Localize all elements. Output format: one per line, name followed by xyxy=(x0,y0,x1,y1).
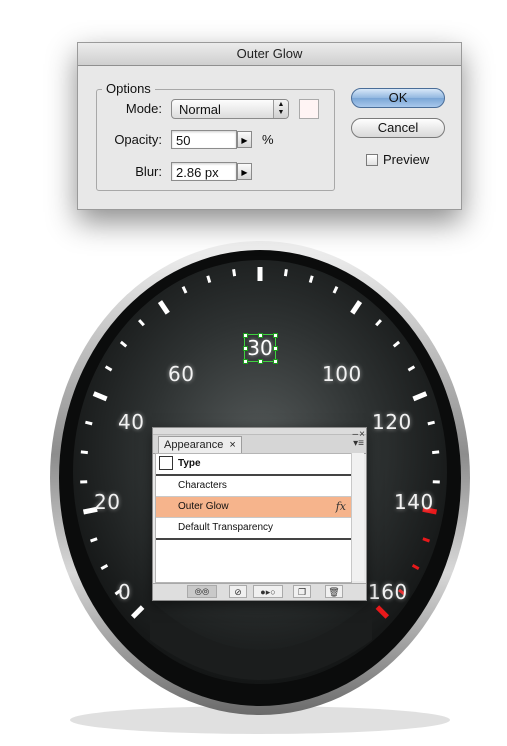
speed-label-0: 0 xyxy=(118,580,132,604)
ok-button[interactable]: OK xyxy=(351,88,445,108)
updown-arrows-icon: ▲ ▼ xyxy=(273,100,288,118)
minor-tick xyxy=(85,420,93,426)
speed-label-40: 40 xyxy=(118,410,145,434)
selection-handle[interactable] xyxy=(273,333,278,338)
mode-value: Normal xyxy=(179,102,221,117)
minor-tick xyxy=(432,450,440,455)
speed-label-160: 160 xyxy=(368,580,408,604)
close-icon[interactable]: × xyxy=(229,439,235,451)
panel-menu-icon[interactable]: ▾≡ xyxy=(353,438,364,449)
list-item-characters[interactable]: Characters xyxy=(156,476,351,497)
panel-tab-row: Appearance × – × ▾≡ xyxy=(153,429,366,454)
selection-handle[interactable] xyxy=(243,346,248,351)
speed-label-140: 140 xyxy=(394,490,434,514)
duplicate-item-icon[interactable]: ❐ xyxy=(293,585,311,598)
selection-handle[interactable] xyxy=(258,333,263,338)
list-item-label: Outer Glow xyxy=(178,501,229,512)
list-item-label: Characters xyxy=(178,480,227,491)
type-thumbnail-icon xyxy=(159,456,173,470)
opacity-label: Opacity: xyxy=(114,132,162,147)
appearance-panel: Appearance × – × ▾≡ Type Characters Oute… xyxy=(152,427,367,601)
reduce-to-basic-icon[interactable]: ●▸○ xyxy=(253,585,283,598)
tab-appearance-label: Appearance xyxy=(164,439,224,451)
minor-tick xyxy=(283,268,288,277)
minor-tick xyxy=(232,268,237,277)
preview-checkbox[interactable] xyxy=(366,154,378,166)
fx-icon[interactable]: fx xyxy=(336,497,346,517)
list-item-outer-glow[interactable]: Outer Glow fx xyxy=(156,497,351,518)
selection-handle[interactable] xyxy=(273,346,278,351)
opacity-field[interactable]: 50 xyxy=(171,130,237,149)
tab-appearance[interactable]: Appearance × xyxy=(158,436,242,454)
minor-tick xyxy=(427,420,435,426)
speed-label-100: 100 xyxy=(322,362,362,386)
mode-label: Mode: xyxy=(125,101,162,116)
glow-color-swatch[interactable] xyxy=(299,99,319,119)
list-item-label: Type xyxy=(178,458,201,469)
minor-tick xyxy=(80,450,88,455)
dialog-title: Outer Glow xyxy=(78,43,461,66)
appearance-list: Type Characters Outer Glow fx Default Tr… xyxy=(155,453,352,583)
selection-handle[interactable] xyxy=(243,359,248,364)
speed-label-20: 20 xyxy=(94,490,121,514)
blur-label: Blur: xyxy=(135,164,162,179)
selection-handle[interactable] xyxy=(273,359,278,364)
delete-item-icon[interactable]: 🗑 xyxy=(325,585,343,598)
list-item-type[interactable]: Type xyxy=(156,454,351,476)
blur-field[interactable]: 2.86 px xyxy=(171,162,237,181)
panel-drag-bar[interactable] xyxy=(153,428,366,435)
selected-speed-label-30[interactable]: 30 xyxy=(244,334,276,362)
blur-dropdown-button[interactable]: ▶ xyxy=(237,163,252,180)
opacity-dropdown-button[interactable]: ▶ xyxy=(237,131,252,148)
panel-scrollbar[interactable] xyxy=(351,453,364,581)
minor-tick xyxy=(308,275,314,283)
selection-handle[interactable] xyxy=(258,359,263,364)
speed-label-60: 60 xyxy=(168,362,195,386)
panel-bottom-toolbar: ⦾⦾ ⊘ ●▸○ ❐ 🗑 xyxy=(153,583,366,600)
list-item-default-transparency[interactable]: Default Transparency xyxy=(156,518,351,540)
preview-label: Preview xyxy=(383,152,430,167)
list-item-label: Default Transparency xyxy=(178,522,274,533)
options-legend: Options xyxy=(102,81,155,96)
outer-glow-dialog: Outer Glow Options Mode: Normal ▲ ▼ Opaci… xyxy=(77,42,462,210)
selection-handle[interactable] xyxy=(243,333,248,338)
opacity-unit: % xyxy=(262,132,274,147)
clear-appearance-icon[interactable]: ⊘ xyxy=(229,585,247,598)
visibility-toggle-icon[interactable]: ⦾⦾ xyxy=(187,585,217,598)
cancel-button[interactable]: Cancel xyxy=(351,118,445,138)
minor-tick xyxy=(206,275,212,283)
mode-select[interactable]: Normal ▲ ▼ xyxy=(171,99,289,119)
speed-label-120: 120 xyxy=(372,410,412,434)
